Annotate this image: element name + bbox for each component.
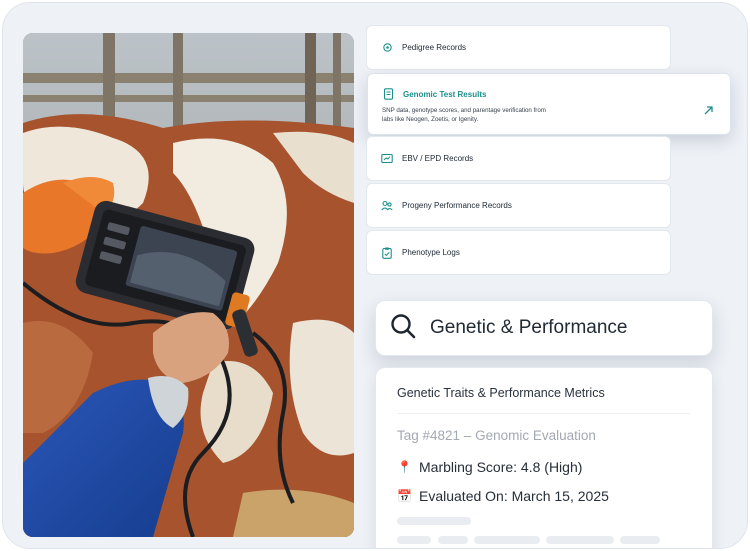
record-item-progeny[interactable]: Progeny Performance Records <box>366 183 671 228</box>
record-item-pedigree[interactable]: Pedigree Records <box>366 25 671 70</box>
genomic-doc-icon <box>382 88 394 100</box>
blurred-placeholder <box>546 536 614 544</box>
record-item-label: EBV / EPD Records <box>402 154 474 163</box>
blurred-placeholder <box>438 536 468 544</box>
record-item-genomic[interactable]: Genomic Test Results SNP data, genotype … <box>367 73 731 135</box>
search-bar[interactable]: Genetic & Performance <box>375 300 713 356</box>
app-frame: Pedigree Records Genomic Test Results SN… <box>2 2 748 549</box>
marbling-score: Marbling Score: 4.8 (High) <box>419 459 583 475</box>
search-icon <box>390 313 416 344</box>
ebv-chart-icon <box>381 153 393 165</box>
blurred-placeholder <box>397 536 431 544</box>
cattle-ultrasound-photo <box>23 33 354 537</box>
pedigree-icon <box>381 42 393 54</box>
record-item-description: SNP data, genotype scores, and parentage… <box>382 107 546 123</box>
evaluated-row: 📅 Evaluated On: March 15, 2025 <box>397 488 609 504</box>
record-item-label: Phenotype Logs <box>402 248 460 257</box>
clipboard-icon <box>381 247 393 259</box>
tag-label: Tag #4821 – Genomic Evaluation <box>397 428 596 443</box>
progeny-icon <box>381 200 393 212</box>
record-item-label: Pedigree Records <box>402 43 467 52</box>
blurred-placeholder <box>620 536 660 544</box>
record-item-label: Progeny Performance Records <box>402 201 512 210</box>
calendar-icon: 📅 <box>397 489 412 503</box>
pin-icon: 📍 <box>397 460 412 474</box>
arrow-up-right-icon[interactable] <box>703 103 714 121</box>
evaluated-date: Evaluated On: March 15, 2025 <box>419 488 609 504</box>
blurred-placeholder <box>474 536 540 544</box>
record-item-label: Genomic Test Results <box>403 89 487 99</box>
record-item-ebv-epd[interactable]: EBV / EPD Records <box>366 136 671 181</box>
marbling-row: 📍 Marbling Score: 4.8 (High) <box>397 459 582 475</box>
record-item-phenotype[interactable]: Phenotype Logs <box>366 230 671 275</box>
card-title: Genetic Traits & Performance Metrics <box>397 386 605 400</box>
genetic-traits-card: Genetic Traits & Performance Metrics Tag… <box>375 367 713 548</box>
card-divider <box>397 413 690 414</box>
search-text: Genetic & Performance <box>430 317 628 338</box>
blurred-placeholder <box>397 517 471 525</box>
